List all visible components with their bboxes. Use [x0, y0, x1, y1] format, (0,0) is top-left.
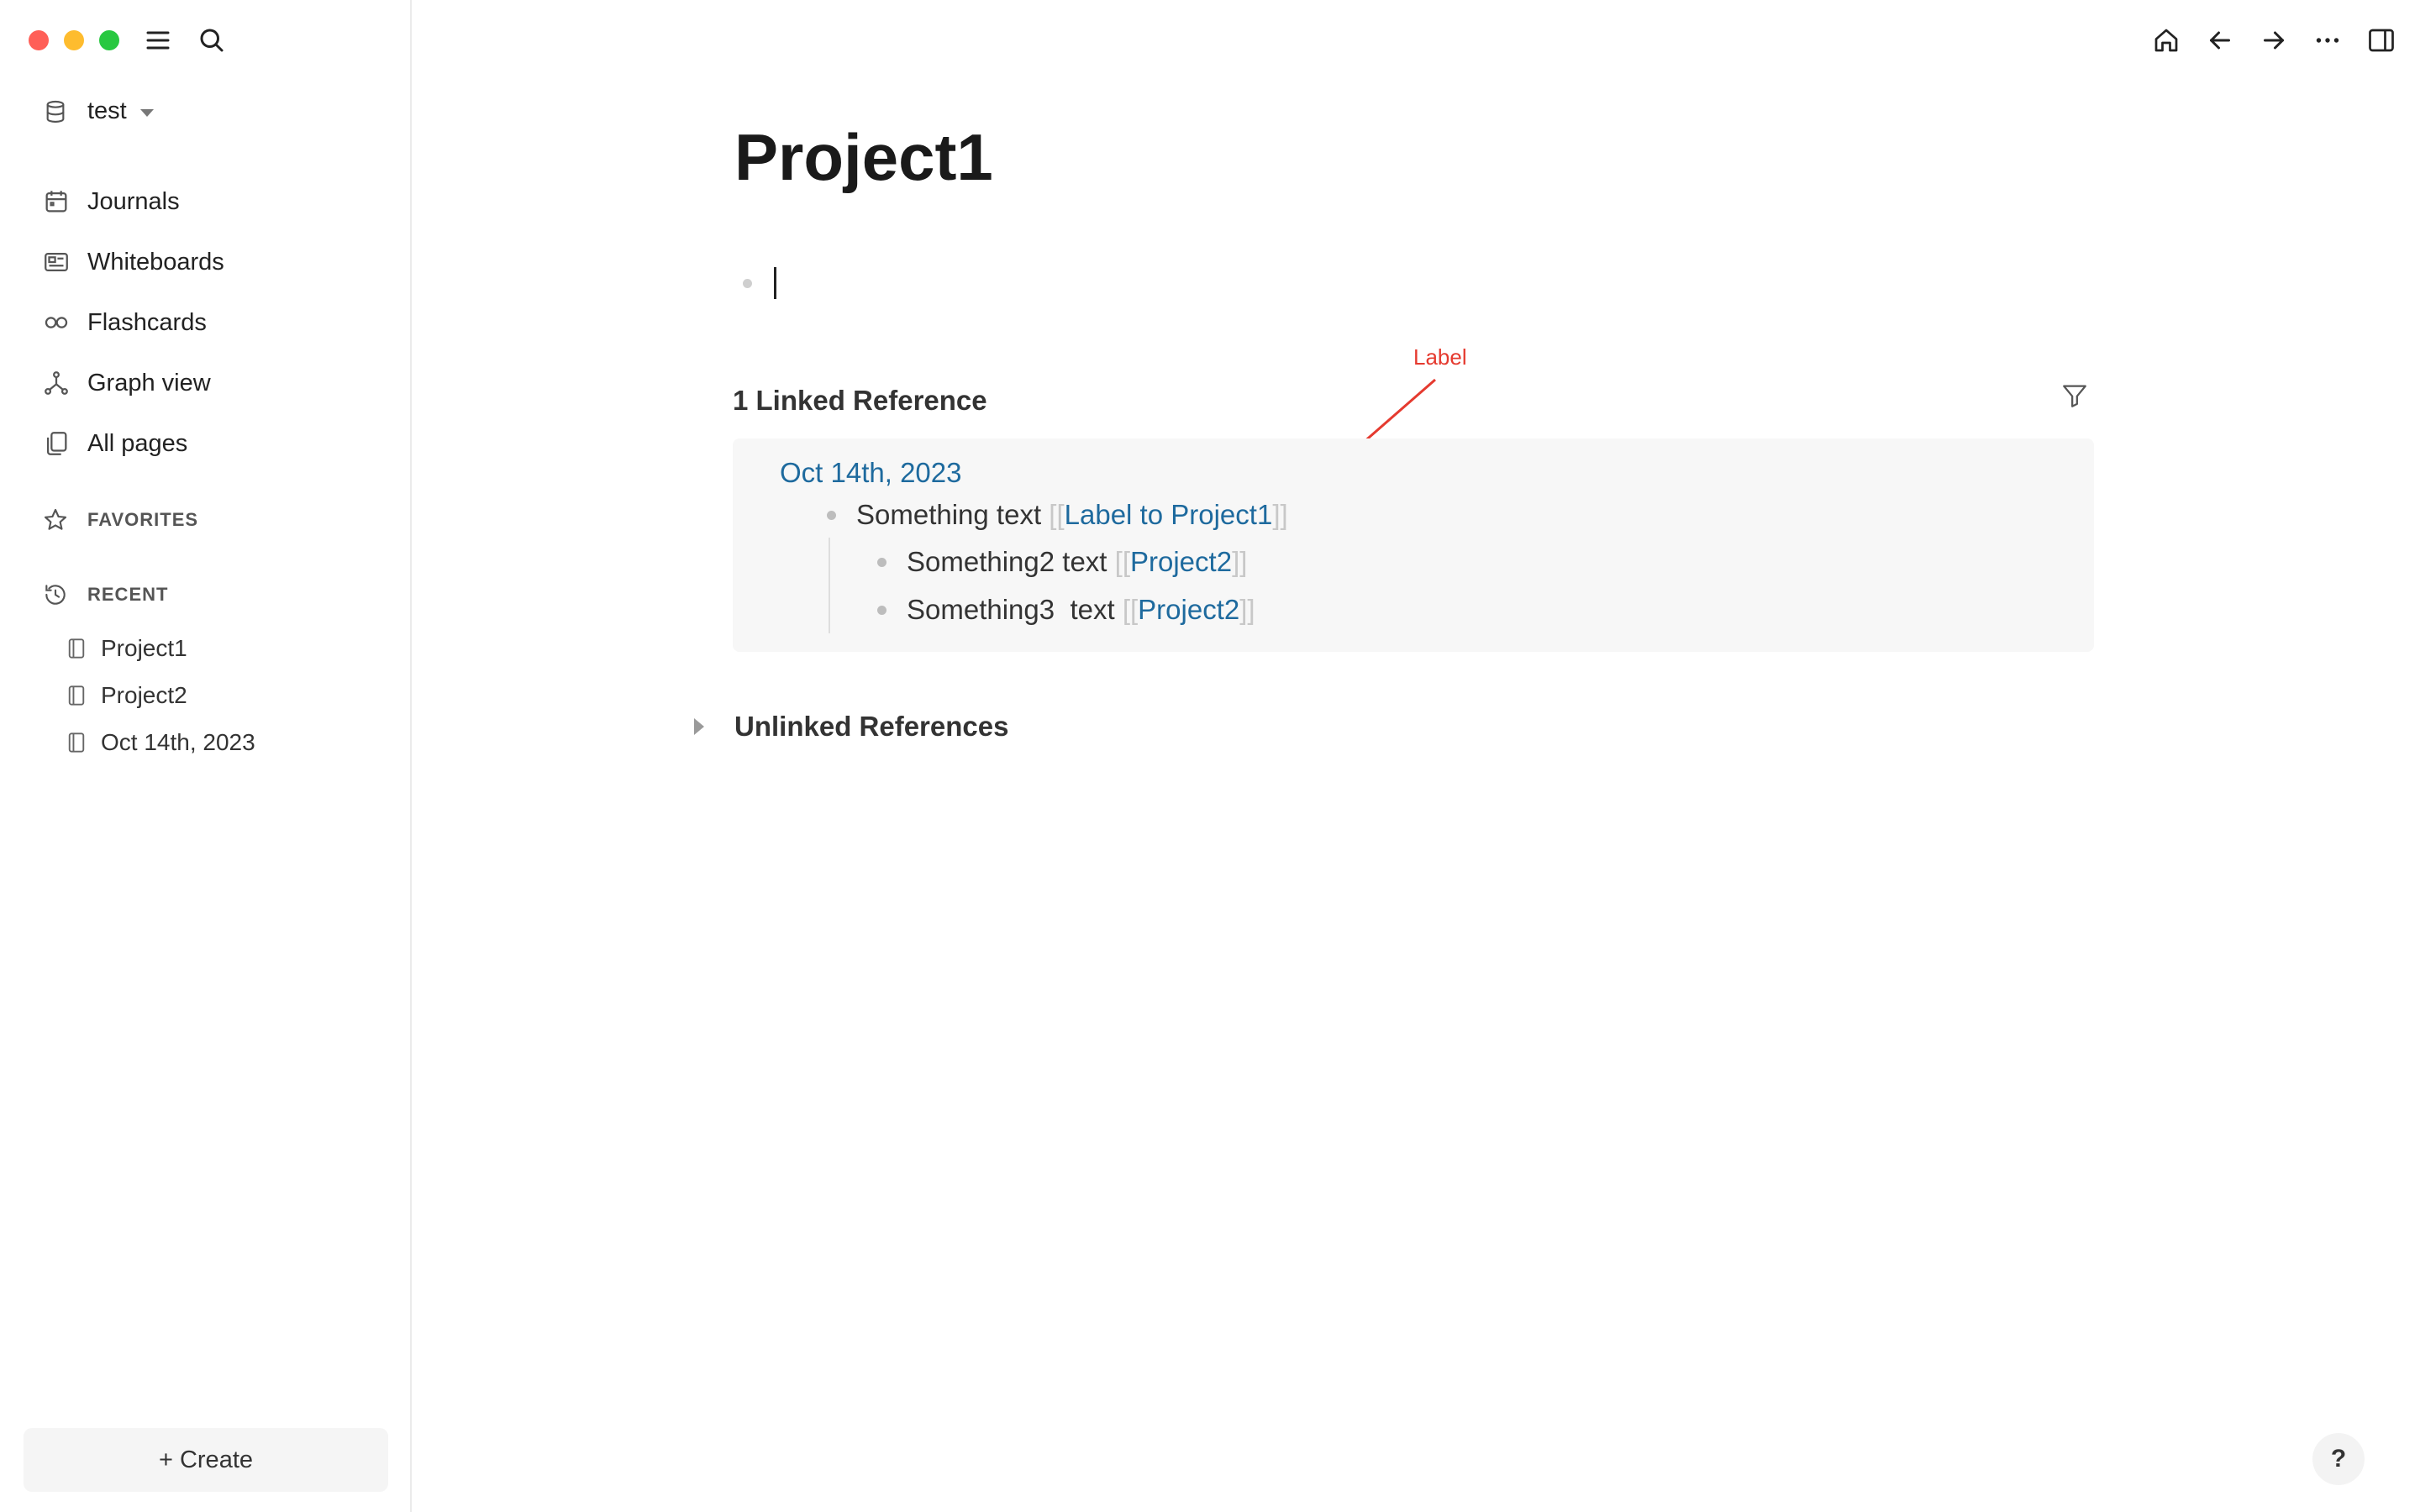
page-icon [68, 732, 85, 753]
whiteboard-icon [45, 252, 68, 272]
app-window: test Journals Whiteboards Flashcards Gra… [0, 0, 2420, 1512]
search-icon [200, 29, 224, 52]
create-button[interactable]: + Create [24, 1428, 388, 1492]
link-bracket-open: [[ [1114, 546, 1130, 577]
page-title[interactable]: Project1 [734, 119, 993, 196]
star-icon [44, 508, 67, 530]
unlinked-references-toggle[interactable]: Unlinked References [694, 711, 1008, 743]
favorites-label: FAVORITES [87, 509, 199, 530]
forward-button[interactable] [2255, 20, 2292, 60]
recent-item-oct-14th-2023[interactable]: Oct 14th, 2023 [67, 719, 255, 766]
link-bracket-close: ]] [1239, 594, 1255, 625]
recent-list: Project1 Project2 Oct 14th, 2023 [67, 625, 255, 766]
chevron-down-icon [139, 109, 154, 117]
infinity-icon [45, 317, 68, 328]
block-bullet[interactable] [877, 605, 886, 615]
minimize-window-button[interactable] [64, 30, 84, 50]
block-bullet[interactable] [877, 557, 886, 567]
hamburger-icon [146, 31, 170, 50]
graph-icon [45, 371, 68, 395]
block-text: Something text [856, 499, 1050, 530]
editing-block[interactable] [743, 267, 776, 299]
help-button[interactable]: ? [2312, 1433, 2365, 1485]
recent-section-header[interactable]: RECENT [42, 581, 168, 608]
history-icon [45, 585, 66, 605]
linked-references-heading: 1 Linked Reference [733, 385, 987, 416]
reference-block[interactable]: Something text [[Label to Project1]] [827, 499, 1288, 531]
home-icon [2154, 29, 2178, 52]
top-toolbar [2148, 20, 2400, 60]
toggle-right-sidebar-button[interactable] [2363, 20, 2400, 60]
sidebar-item-label: Flashcards [87, 308, 207, 336]
pages-icon [46, 432, 67, 455]
recent-item-project1[interactable]: Project1 [67, 625, 255, 672]
recent-label: RECENT [87, 584, 169, 605]
text-cursor [774, 267, 776, 299]
filter-icon[interactable] [2060, 381, 2089, 410]
unlinked-references-heading: Unlinked References [734, 711, 1009, 742]
link-bracket-open: [[ [1122, 594, 1139, 625]
close-window-button[interactable] [29, 30, 49, 50]
window-controls [29, 30, 119, 50]
page-icon [68, 638, 85, 659]
database-icon [46, 100, 65, 123]
block-children-guide [829, 538, 830, 633]
sidebar-item-journals[interactable]: Journals [42, 171, 224, 232]
recent-item-project2[interactable]: Project2 [67, 672, 255, 719]
maximize-window-button[interactable] [99, 30, 119, 50]
sidebar-nav: Journals Whiteboards Flashcards Graph vi… [42, 171, 224, 474]
sidebar-item-graph-view[interactable]: Graph view [42, 353, 224, 413]
menu-toggle-button[interactable] [141, 24, 175, 57]
reference-child-block[interactable]: Something2 text [[Project2]] [877, 546, 1247, 578]
linked-reference-panel: Oct 14th, 2023 Something text [[Label to… [733, 438, 2094, 652]
chevron-right-icon [694, 718, 704, 735]
recent-item-label: Oct 14th, 2023 [101, 729, 255, 755]
search-button[interactable] [195, 24, 229, 57]
sidebar-toggle-icon [2369, 29, 2394, 52]
recent-item-label: Project1 [101, 635, 187, 661]
link-bracket-open: [[ [1049, 499, 1065, 530]
sidebar-item-all-pages[interactable]: All pages [42, 413, 224, 474]
favorites-section-header[interactable]: FAVORITES [42, 507, 198, 533]
recent-item-label: Project2 [101, 682, 187, 708]
block-text: Something2 text [907, 546, 1115, 577]
sidebar-item-label: Whiteboards [87, 248, 224, 276]
link-bracket-close: ]] [1272, 499, 1288, 530]
sidebar-item-label: Graph view [87, 369, 211, 396]
page-reference-link[interactable]: Label to Project1 [1065, 499, 1273, 531]
sidebar-item-flashcards[interactable]: Flashcards [42, 292, 224, 353]
reference-child-block[interactable]: Something3 text [[Project2]] [877, 594, 1255, 626]
more-dots-icon [2316, 38, 2339, 43]
back-button[interactable] [2202, 20, 2238, 60]
link-bracket-close: ]] [1232, 546, 1248, 577]
home-button[interactable] [2148, 20, 2185, 60]
page-reference-link[interactable]: Project2 [1138, 594, 1239, 626]
page-icon [68, 685, 85, 706]
sidebar-item-label: Journals [87, 187, 180, 215]
left-sidebar: test Journals Whiteboards Flashcards Gra… [0, 0, 412, 1512]
page-reference-link[interactable]: Project2 [1130, 546, 1232, 578]
block-bullet[interactable] [743, 278, 752, 288]
annotation-label: Label [1413, 344, 1467, 370]
arrow-left-icon [2210, 31, 2230, 50]
reference-page-link[interactable]: Oct 14th, 2023 [780, 457, 961, 489]
graph-selector[interactable]: test [42, 97, 154, 125]
arrow-right-icon [2264, 31, 2284, 50]
sidebar-item-label: All pages [87, 429, 188, 457]
calendar-icon [45, 191, 67, 213]
block-bullet[interactable] [827, 510, 836, 520]
sidebar-item-whiteboards[interactable]: Whiteboards [42, 232, 224, 292]
more-options-button[interactable] [2309, 20, 2346, 60]
block-text: Something3 text [907, 594, 1123, 625]
graph-name: test [87, 97, 127, 124]
